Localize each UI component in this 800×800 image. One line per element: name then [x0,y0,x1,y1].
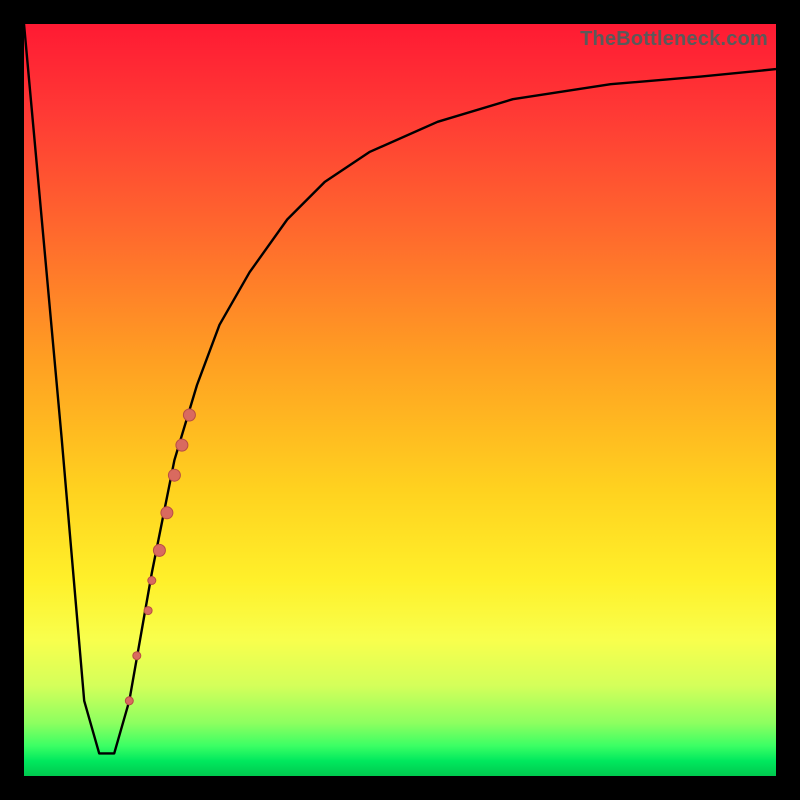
data-marker [168,469,180,481]
data-marker [144,607,152,615]
data-marker [161,507,173,519]
chart-svg [24,24,776,776]
data-marker [153,544,165,556]
data-marker [133,652,141,660]
data-marker [125,697,133,705]
data-marker [176,439,188,451]
curve-layer [24,24,776,753]
data-marker [183,409,195,421]
bottleneck-curve [24,24,776,753]
plot-area: TheBottleneck.com [24,24,776,776]
data-marker [148,577,156,585]
chart-container: TheBottleneck.com [0,0,800,800]
